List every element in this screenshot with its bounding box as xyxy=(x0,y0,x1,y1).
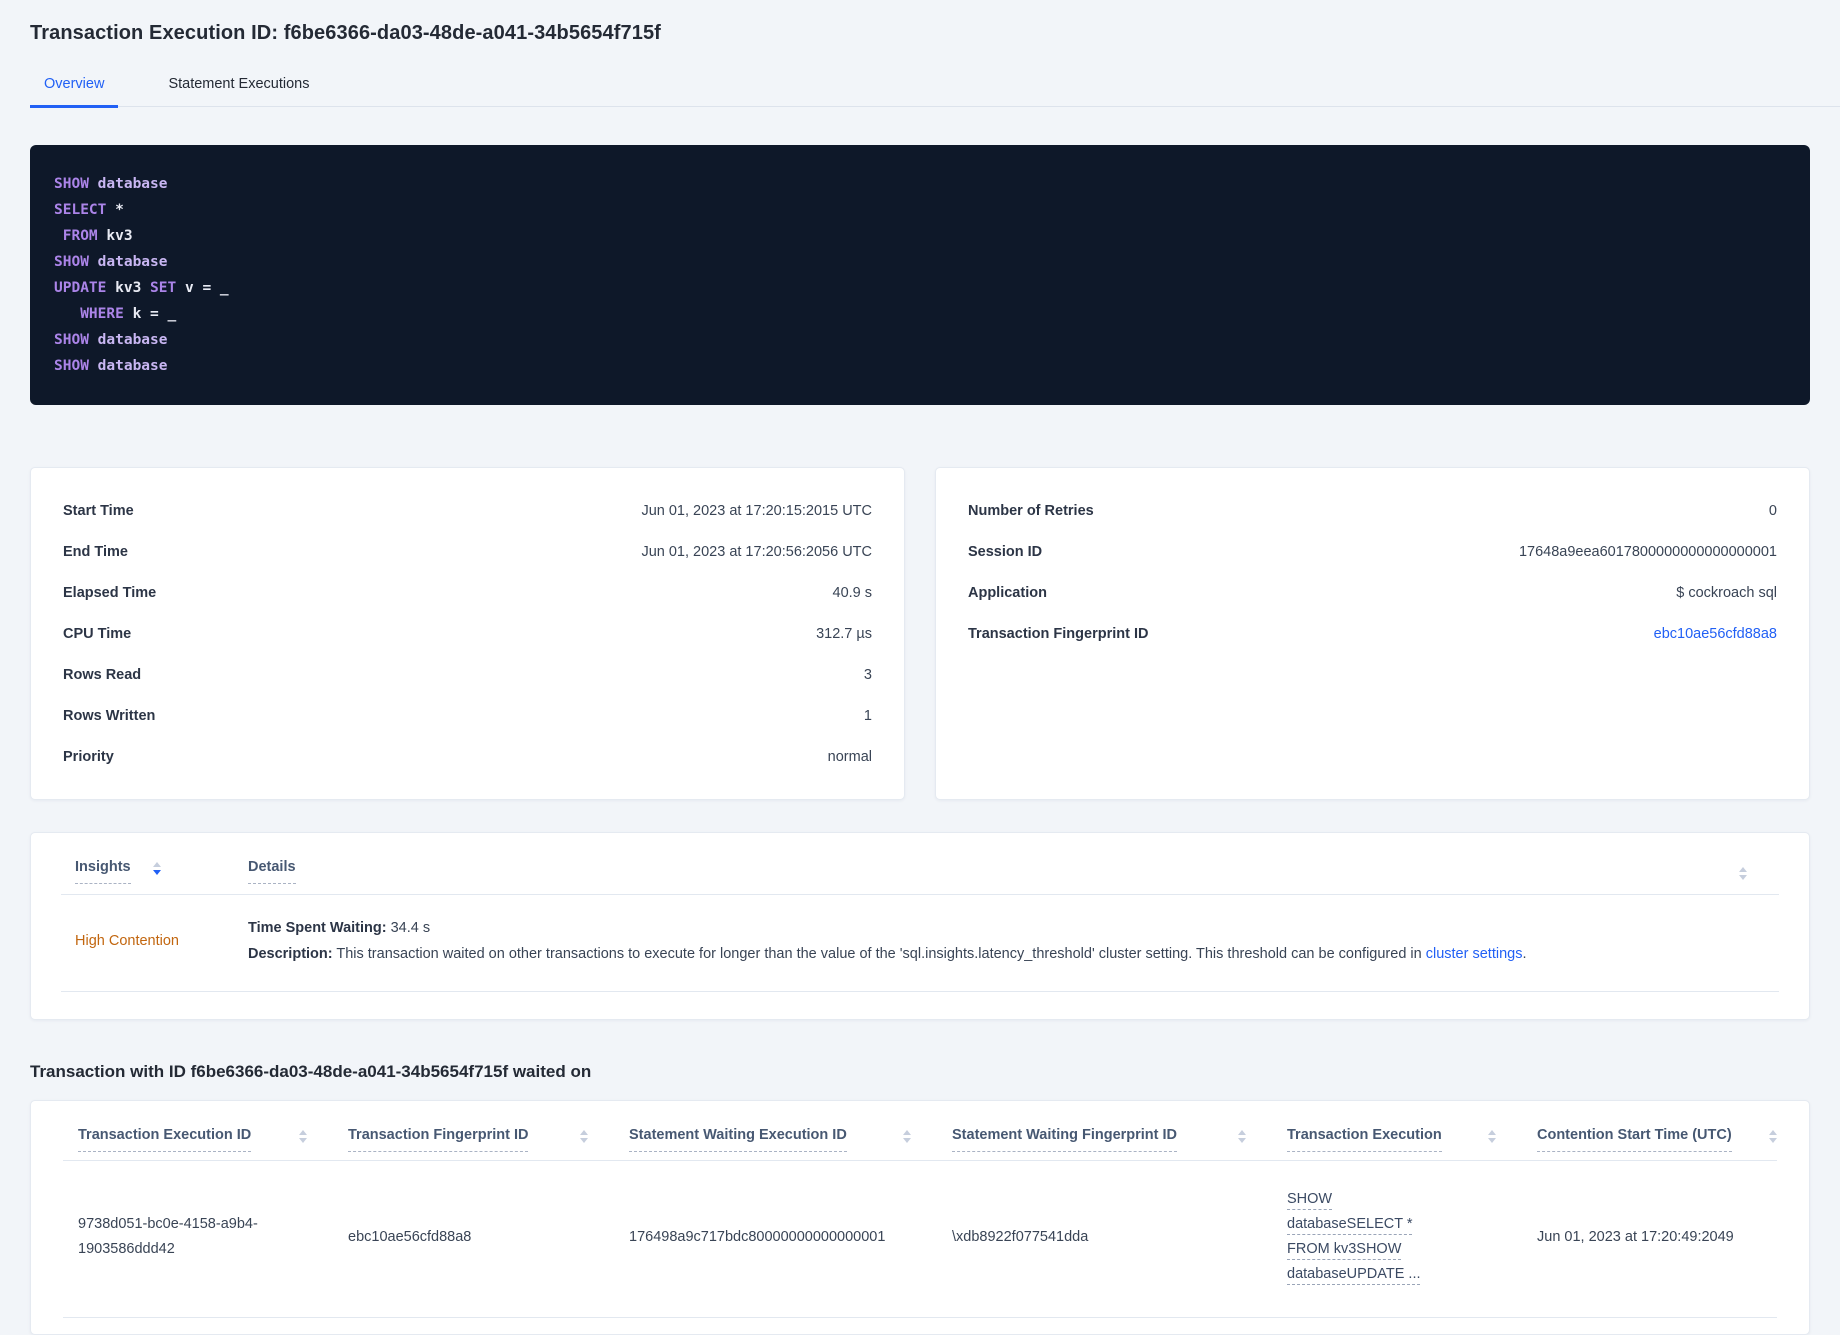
row-value: 0 xyxy=(1768,502,1777,519)
sql-line: WHERE k = _ xyxy=(54,306,177,322)
meta-row-fingerprint-id: Transaction Fingerprint ID ebc10ae56cfd8… xyxy=(968,613,1777,654)
meta-row-retries: Number of Retries 0 xyxy=(968,490,1777,531)
sql-line: UPDATE kv3 SET v = _ xyxy=(54,280,229,296)
summary-row-elapsed-time: Elapsed Time 40.9 s xyxy=(63,572,872,613)
insight-badge-high-contention: High Contention xyxy=(75,933,179,949)
row-value: 312.7 µs xyxy=(816,625,872,642)
col-contention-start-time[interactable]: Contention Start Time (UTC) xyxy=(1537,1127,1732,1152)
row-label: Rows Written xyxy=(63,707,156,724)
row-label: Elapsed Time xyxy=(63,584,157,601)
row-label: CPU Time xyxy=(63,625,132,642)
tab-statement-executions[interactable]: Statement Executions xyxy=(154,76,323,108)
sql-line: FROM kv3 xyxy=(54,228,133,244)
meta-row-session-id: Session ID 17648a9eea6017800000000000000… xyxy=(968,531,1777,572)
details-column-header[interactable]: Details xyxy=(248,859,296,884)
summary-row-rows-read: Rows Read 3 xyxy=(63,654,872,695)
sql-line: SHOW database xyxy=(54,254,168,270)
sort-desc-icon[interactable] xyxy=(152,862,161,875)
row-value: normal xyxy=(827,748,872,765)
execution-meta-card: Number of Retries 0 Session ID 17648a9ee… xyxy=(935,467,1810,800)
row-label: Session ID xyxy=(968,543,1043,560)
summary-row-cpu-time: CPU Time 312.7 µs xyxy=(63,613,872,654)
insights-header-row: Insights Details xyxy=(61,859,1779,884)
waited-on-heading: Transaction with ID f6be6366-da03-48de-a… xyxy=(30,1062,592,1081)
row-label: Start Time xyxy=(63,502,134,519)
waited-table-row: 9738d051-bc0e-4158-a9b4-1903586ddd42 ebc… xyxy=(63,1161,1777,1317)
sql-line: SHOW database xyxy=(54,176,168,192)
sql-line: SELECT * xyxy=(54,202,124,218)
sql-line: SHOW database xyxy=(54,358,168,374)
summary-row-end-time: End Time Jun 01, 2023 at 17:20:56:2056 U… xyxy=(63,531,872,572)
cell-statement-waiting-execution-id: 176498a9c717bdc80000000000000001 xyxy=(629,1228,886,1245)
row-label: Number of Retries xyxy=(968,502,1094,519)
summary-row-rows-written: Rows Written 1 xyxy=(63,695,872,736)
sort-icon[interactable] xyxy=(903,1130,911,1143)
row-value: Jun 01, 2023 at 17:20:56:2056 UTC xyxy=(641,543,872,560)
insight-details: Time Spent Waiting: 34.4 s Description: … xyxy=(237,915,1779,967)
insights-table-card: Insights Details High Contention Time Sp… xyxy=(30,832,1810,1020)
sort-icon[interactable] xyxy=(1769,1130,1777,1143)
insights-column-header[interactable]: Insights xyxy=(75,859,131,884)
row-value: 3 xyxy=(863,666,872,683)
waited-on-table-card: Transaction Execution ID Transaction Fin… xyxy=(30,1100,1810,1335)
sort-icon[interactable] xyxy=(1739,867,1747,880)
waited-table-header-row: Transaction Execution ID Transaction Fin… xyxy=(63,1127,1777,1152)
time-spent-waiting: Time Spent Waiting: 34.4 s xyxy=(248,920,431,936)
row-value: $ cockroach sql xyxy=(1676,584,1777,601)
cell-contention-start-time: Jun 01, 2023 at 17:20:49:2049 xyxy=(1537,1228,1734,1245)
row-value: 17648a9eea6017800000000000000001 xyxy=(1518,543,1777,560)
sort-icon[interactable] xyxy=(1238,1130,1246,1143)
insight-description: Description: This transaction waited on … xyxy=(248,946,1527,962)
summary-row-priority: Priority normal xyxy=(63,736,872,777)
sort-icon[interactable] xyxy=(299,1130,307,1143)
cluster-settings-link[interactable]: cluster settings xyxy=(1426,946,1523,962)
row-label: Priority xyxy=(63,748,114,765)
col-statement-waiting-fingerprint-id[interactable]: Statement Waiting Fingerprint ID xyxy=(952,1127,1178,1152)
insight-row: High Contention Time Spent Waiting: 34.4… xyxy=(61,895,1779,991)
row-value: Jun 01, 2023 at 17:20:15:2015 UTC xyxy=(641,502,872,519)
row-label: Application xyxy=(968,584,1047,601)
row-label: Rows Read xyxy=(63,666,142,683)
col-transaction-execution-id[interactable]: Transaction Execution ID xyxy=(78,1127,252,1152)
sql-statements-box: SHOW database SELECT * FROM kv3 SHOW dat… xyxy=(30,145,1810,405)
sort-icon[interactable] xyxy=(580,1130,588,1143)
execution-summary-card: Start Time Jun 01, 2023 at 17:20:15:2015… xyxy=(30,467,905,800)
tab-overview[interactable]: Overview xyxy=(30,76,119,108)
meta-row-application: Application $ cockroach sql xyxy=(968,572,1777,613)
summary-row-start-time: Start Time Jun 01, 2023 at 17:20:15:2015… xyxy=(63,490,872,531)
page-title: Transaction Execution ID: f6be6366-da03-… xyxy=(30,22,661,44)
row-value: 1 xyxy=(863,707,872,724)
cell-statement-waiting-fingerprint-id: \xdb8922f077541dda xyxy=(952,1228,1089,1245)
sort-icon[interactable] xyxy=(1488,1130,1496,1143)
row-label: End Time xyxy=(63,543,128,560)
row-label: Transaction Fingerprint ID xyxy=(968,625,1149,642)
cell-transaction-execution-id: 9738d051-bc0e-4158-a9b4-1903586ddd42 xyxy=(78,1216,258,1257)
sql-line: SHOW database xyxy=(54,332,168,348)
row-value: 40.9 s xyxy=(832,584,873,601)
col-transaction-fingerprint-id[interactable]: Transaction Fingerprint ID xyxy=(348,1127,529,1152)
col-transaction-execution[interactable]: Transaction Execution xyxy=(1287,1127,1442,1152)
transaction-fingerprint-link[interactable]: ebc10ae56cfd88a8 xyxy=(1654,626,1777,642)
transaction-execution-link[interactable]: SHOW databaseSELECT * FROM kv3SHOW datab… xyxy=(1287,1191,1421,1282)
cell-transaction-execution: SHOW databaseSELECT * FROM kv3SHOW datab… xyxy=(1272,1187,1522,1287)
cell-transaction-fingerprint-id: ebc10ae56cfd88a8 xyxy=(348,1228,472,1245)
summary-cards-row: Start Time Jun 01, 2023 at 17:20:15:2015… xyxy=(30,467,1810,800)
tab-bar: Overview Statement Executions xyxy=(30,76,1840,108)
col-statement-waiting-execution-id[interactable]: Statement Waiting Execution ID xyxy=(629,1127,847,1152)
transaction-details-page: Transaction Execution ID: f6be6366-da03-… xyxy=(0,0,1840,1335)
